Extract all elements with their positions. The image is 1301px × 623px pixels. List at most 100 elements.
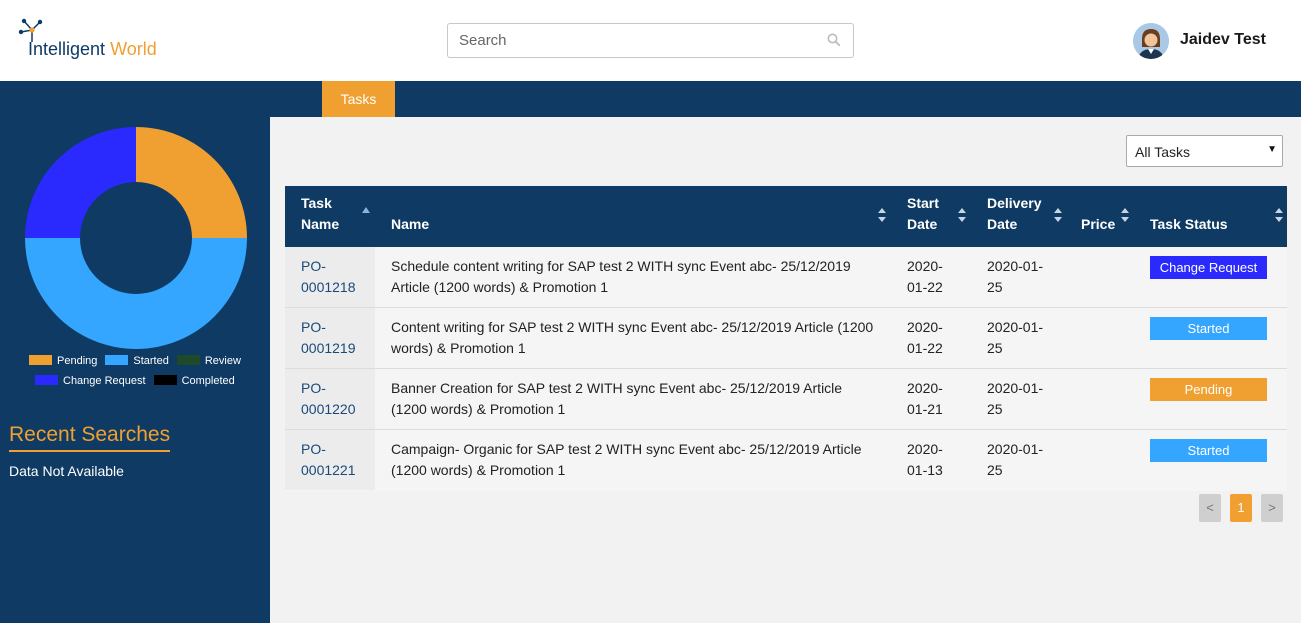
avatar[interactable] bbox=[1133, 23, 1169, 59]
sort-icon[interactable] bbox=[878, 208, 886, 222]
task-id-link[interactable]: PO- 0001218 bbox=[285, 247, 375, 307]
start-date: 2020- 01-22 bbox=[907, 256, 953, 298]
delivery-date-part2: 25 bbox=[987, 279, 1003, 295]
col-name-label: Name bbox=[391, 216, 430, 232]
delivery-date: 2020-01- 25 bbox=[987, 256, 1053, 298]
delivery-date-part2: 25 bbox=[987, 401, 1003, 417]
delivery-date-part1: 2020-01- bbox=[987, 441, 1044, 457]
sort-icon[interactable] bbox=[1275, 208, 1283, 222]
user-name[interactable]: Jaidev Test bbox=[1180, 31, 1266, 49]
status-donut-chart bbox=[25, 127, 247, 349]
legend-item-pending[interactable]: Pending bbox=[29, 355, 97, 367]
start-date-part2: 01-22 bbox=[907, 279, 943, 295]
dropdown-arrow-icon: ▼ bbox=[1267, 144, 1277, 155]
col-name[interactable]: Name bbox=[391, 186, 891, 247]
delivery-date: 2020-01- 25 bbox=[987, 439, 1053, 481]
start-date-part1: 2020- bbox=[907, 258, 943, 274]
legend-swatch-started bbox=[105, 355, 129, 365]
prev-page-button[interactable]: < bbox=[1199, 494, 1221, 522]
legend-swatch-pending bbox=[29, 355, 52, 365]
task-id-prefix: PO- bbox=[301, 319, 326, 335]
legend-row-1: Pending Started Review bbox=[29, 355, 249, 367]
task-id-prefix: PO- bbox=[301, 441, 326, 457]
legend-swatch-change-request bbox=[35, 375, 58, 385]
legend-label-completed: Completed bbox=[181, 375, 235, 387]
delivery-date-part1: 2020-01- bbox=[987, 319, 1044, 335]
start-date: 2020- 01-21 bbox=[907, 378, 953, 420]
brand-name: Intelligent World bbox=[28, 39, 157, 60]
status-badge: Change Request bbox=[1150, 256, 1267, 279]
task-id-number: 0001219 bbox=[301, 340, 356, 356]
task-id-link[interactable]: PO- 0001220 bbox=[285, 369, 375, 429]
start-date-part1: 2020- bbox=[907, 441, 943, 457]
start-date-part1: 2020- bbox=[907, 380, 943, 396]
user-avatar-icon bbox=[1133, 23, 1169, 59]
delivery-date: 2020-01- 25 bbox=[987, 317, 1053, 359]
recent-searches-title: Recent Searches bbox=[9, 423, 171, 452]
legend-label-started: Started bbox=[133, 355, 169, 367]
legend-item-completed[interactable]: Completed bbox=[153, 375, 235, 387]
delivery-date-part2: 25 bbox=[987, 340, 1003, 356]
delivery-date-part1: 2020-01- bbox=[987, 258, 1044, 274]
col-task-name[interactable]: Task Name bbox=[301, 186, 381, 247]
col-start-date[interactable]: Start Date bbox=[907, 186, 971, 247]
delivery-date: 2020-01- 25 bbox=[987, 378, 1053, 420]
brand-word-2: World bbox=[105, 39, 157, 59]
task-id-prefix: PO- bbox=[301, 380, 326, 396]
recent-searches-empty: Data Not Available bbox=[9, 463, 124, 479]
legend-item-started[interactable]: Started bbox=[105, 355, 169, 367]
task-name-text: Banner Creation for SAP test 2 WITH sync… bbox=[391, 380, 843, 417]
tasks-table: Task Name Name Start Date Delivery Date … bbox=[285, 186, 1287, 491]
table-row[interactable]: PO- 0001221 Campaign- Organic for SAP tes… bbox=[285, 430, 1287, 491]
next-page-button[interactable]: > bbox=[1261, 494, 1283, 522]
sort-icon[interactable] bbox=[958, 208, 966, 222]
legend-item-review[interactable]: Review bbox=[176, 355, 241, 367]
page-1-button[interactable]: 1 bbox=[1230, 494, 1252, 522]
col-task-name-label: Task Name bbox=[301, 195, 340, 232]
main-content: All Tasks ▼ Task Name Name Start Date De… bbox=[270, 117, 1301, 623]
nav-bar: Tasks bbox=[0, 81, 1301, 117]
donut-slice-pending[interactable] bbox=[136, 127, 247, 238]
legend-item-change-request[interactable]: Change Request bbox=[35, 375, 146, 387]
legend-label-pending: Pending bbox=[57, 355, 98, 367]
donut-slice-started[interactable] bbox=[25, 238, 247, 349]
delivery-date-part1: 2020-01- bbox=[987, 380, 1044, 396]
search-box[interactable] bbox=[447, 23, 854, 58]
table-row[interactable]: PO- 0001218 Schedule content writing for … bbox=[285, 247, 1287, 308]
task-id-prefix: PO- bbox=[301, 258, 326, 274]
table-body: PO- 0001218 Schedule content writing for … bbox=[285, 247, 1287, 491]
task-filter-select[interactable]: All Tasks ▼ bbox=[1126, 135, 1283, 167]
legend-swatch-review bbox=[176, 355, 200, 365]
search-icon[interactable] bbox=[827, 33, 841, 47]
col-price-label: Price bbox=[1081, 216, 1116, 232]
start-date: 2020- 01-22 bbox=[907, 317, 953, 359]
table-row[interactable]: PO- 0001219 Content writing for SAP test … bbox=[285, 308, 1287, 369]
brand-logo[interactable]: Intelligent World bbox=[18, 18, 188, 66]
col-delivery-date[interactable]: Delivery Date bbox=[987, 186, 1069, 247]
task-id-link[interactable]: PO- 0001219 bbox=[285, 308, 375, 368]
donut-slice-change-request[interactable] bbox=[25, 127, 136, 238]
table-header: Task Name Name Start Date Delivery Date … bbox=[285, 186, 1287, 247]
sort-asc-icon[interactable] bbox=[362, 207, 370, 213]
table-row[interactable]: PO- 0001220 Banner Creation for SAP test … bbox=[285, 369, 1287, 430]
task-id-link[interactable]: PO- 0001221 bbox=[285, 430, 375, 490]
start-date-part2: 01-13 bbox=[907, 462, 943, 478]
top-header: Intelligent World Jaidev Test bbox=[0, 0, 1301, 81]
task-id-number: 0001221 bbox=[301, 462, 356, 478]
legend-swatch-completed bbox=[153, 375, 177, 385]
start-date-part2: 01-22 bbox=[907, 340, 943, 356]
task-name-text: Schedule content writing for SAP test 2 … bbox=[391, 258, 851, 295]
sidebar: Pending Started Review Change Request Compl… bbox=[0, 117, 270, 623]
col-price[interactable]: Price bbox=[1081, 186, 1135, 247]
delivery-date-part2: 25 bbox=[987, 462, 1003, 478]
tab-tasks[interactable]: Tasks bbox=[322, 81, 395, 117]
task-name-text: Content writing for SAP test 2 WITH sync… bbox=[391, 319, 874, 356]
sort-icon[interactable] bbox=[1121, 208, 1129, 222]
sort-icon[interactable] bbox=[1054, 208, 1062, 222]
search-input[interactable] bbox=[448, 24, 818, 57]
start-date-part1: 2020- bbox=[907, 319, 943, 335]
col-delivery-date-label: Delivery Date bbox=[987, 195, 1042, 232]
col-task-status[interactable]: Task Status bbox=[1150, 186, 1287, 247]
legend-row-2: Change Request Completed bbox=[35, 375, 243, 387]
status-badge: Started bbox=[1150, 439, 1267, 462]
